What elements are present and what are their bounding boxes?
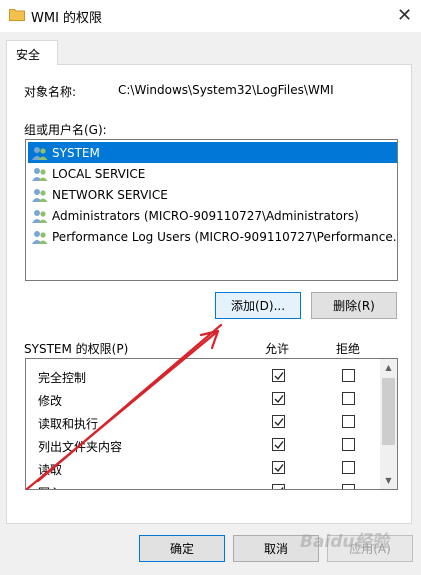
allow-column-header: 允许 bbox=[265, 342, 290, 356]
tab-security-label: 安全 bbox=[16, 48, 41, 62]
user-group-icon bbox=[32, 209, 48, 223]
deny-checkbox[interactable] bbox=[342, 369, 355, 382]
object-name-label: 对象名称: bbox=[24, 85, 77, 99]
window-title: WMI 的权限 bbox=[31, 11, 103, 26]
object-name-value: C:\Windows\System32\LogFiles\WMI bbox=[118, 83, 334, 97]
user-group-icon bbox=[32, 188, 48, 202]
permission-row-modify: 修改 bbox=[26, 387, 381, 410]
permission-row-write: 写入 bbox=[26, 479, 381, 489]
list-item-system[interactable]: SYSTEM bbox=[28, 142, 397, 163]
list-item-label: Administrators (MICRO-909110727\Administ… bbox=[52, 208, 359, 223]
permission-row-read-execute: 读取和执行 bbox=[26, 410, 381, 433]
group-list-label: 组或用户名(G): bbox=[24, 123, 107, 137]
permission-name: 修改 bbox=[38, 394, 63, 408]
allow-checkbox[interactable] bbox=[272, 438, 285, 451]
permission-name: 写入 bbox=[38, 484, 62, 489]
list-item-administrators[interactable]: Administrators (MICRO-909110727\Administ… bbox=[28, 205, 397, 226]
user-group-icon bbox=[32, 230, 48, 244]
check-icon bbox=[280, 487, 284, 489]
check-icon bbox=[274, 372, 284, 381]
check-icon bbox=[274, 395, 284, 404]
allow-checkbox[interactable] bbox=[272, 461, 285, 474]
check-icon bbox=[274, 418, 284, 427]
add-button[interactable]: 添加(D)... bbox=[215, 292, 301, 319]
ok-button-label: 确定 bbox=[169, 542, 194, 556]
permission-row-full-control: 完全控制 bbox=[26, 364, 381, 387]
allow-checkbox[interactable] bbox=[272, 415, 285, 428]
permission-name: 完全控制 bbox=[38, 371, 87, 385]
list-item-label: Performance Log Users (MICRO-909110727\P… bbox=[52, 229, 398, 244]
permission-row-list-folder: 列出文件夹内容 bbox=[26, 433, 381, 456]
check-icon bbox=[274, 464, 284, 473]
deny-checkbox[interactable] bbox=[342, 438, 355, 451]
group-user-list[interactable]: SYSTEM LOCAL SERVICE NETWORK SERVICE Adm… bbox=[25, 139, 398, 281]
list-item-performance-log-users[interactable]: Performance Log Users (MICRO-909110727\P… bbox=[28, 226, 397, 247]
add-button-label: 添加(D)... bbox=[230, 299, 286, 313]
allow-checkbox[interactable] bbox=[272, 484, 285, 489]
folder-icon bbox=[9, 9, 25, 21]
ok-button[interactable]: 确定 bbox=[139, 535, 225, 562]
scroll-down-icon[interactable]: ▼ bbox=[380, 472, 397, 489]
allow-checkbox[interactable] bbox=[272, 392, 285, 405]
list-item-label: NETWORK SERVICE bbox=[52, 187, 168, 202]
permission-row-read: 读取 bbox=[26, 456, 381, 479]
check-icon bbox=[274, 441, 284, 450]
permissions-list: 完全控制 修改 读取和执行 列出文件夹内容 读取 写入 ▲ ▼ bbox=[25, 358, 398, 490]
remove-button-label: 删除(R) bbox=[333, 299, 375, 313]
watermark: Baidu经验 bbox=[300, 532, 389, 552]
remove-button[interactable]: 删除(R) bbox=[311, 292, 397, 319]
deny-checkbox[interactable] bbox=[342, 415, 355, 428]
title-bar: WMI 的权限 ✕ bbox=[0, 0, 421, 32]
scroll-thumb[interactable] bbox=[382, 378, 395, 445]
user-group-icon bbox=[32, 146, 48, 160]
list-item-label: SYSTEM bbox=[52, 145, 100, 160]
list-item-local-service[interactable]: LOCAL SERVICE bbox=[28, 163, 397, 184]
tab-security[interactable]: 安全 bbox=[6, 40, 58, 65]
list-item-network-service[interactable]: NETWORK SERVICE bbox=[28, 184, 397, 205]
allow-checkbox[interactable] bbox=[272, 369, 285, 382]
close-icon: ✕ bbox=[396, 4, 413, 26]
cancel-button-label: 取消 bbox=[263, 542, 288, 556]
permissions-scrollbar[interactable]: ▲ ▼ bbox=[380, 359, 397, 489]
permission-name: 读取 bbox=[38, 463, 63, 477]
deny-checkbox[interactable] bbox=[342, 392, 355, 405]
close-button[interactable]: ✕ bbox=[388, 0, 421, 30]
deny-column-header: 拒绝 bbox=[336, 342, 361, 356]
permission-name: 读取和执行 bbox=[38, 417, 99, 431]
list-item-label: LOCAL SERVICE bbox=[52, 166, 146, 181]
deny-checkbox[interactable] bbox=[342, 461, 355, 474]
user-group-icon bbox=[32, 167, 48, 181]
deny-checkbox[interactable] bbox=[342, 484, 355, 489]
permissions-label: SYSTEM 的权限(P) bbox=[24, 342, 129, 356]
scroll-up-icon[interactable]: ▲ bbox=[380, 359, 397, 376]
permission-name: 列出文件夹内容 bbox=[38, 440, 123, 454]
